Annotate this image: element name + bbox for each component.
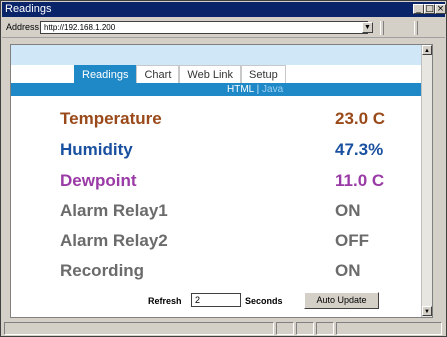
reading-value-humidity: 47.3% xyxy=(335,140,384,159)
browser-window: Readings _ □ × Address http://192.168.1.… xyxy=(0,0,447,337)
title-bar: Readings _ □ × xyxy=(2,2,446,17)
tab-setup[interactable]: Setup xyxy=(241,65,286,83)
status-cell xyxy=(296,322,314,335)
reading-value-recording: ON xyxy=(335,261,361,280)
status-bar xyxy=(2,321,445,336)
scroll-down-icon[interactable]: ▼ xyxy=(422,306,432,316)
tab-bar: Readings Chart Web Link Setup xyxy=(74,65,286,83)
close-button[interactable]: × xyxy=(435,4,446,14)
tab-chart[interactable]: Chart xyxy=(136,65,180,83)
maximize-button[interactable]: □ xyxy=(424,4,435,14)
reading-value-alarm-relay2: OFF xyxy=(335,231,369,250)
status-cell xyxy=(276,322,294,335)
chevron-down-icon: ▼ xyxy=(364,24,371,31)
toolbar-grip[interactable] xyxy=(380,21,384,35)
reading-value-alarm-relay1: ON xyxy=(335,201,361,220)
status-cell-zone xyxy=(336,322,442,335)
status-cell xyxy=(316,322,334,335)
html-link[interactable]: HTML xyxy=(227,84,254,95)
address-input[interactable]: http://192.168.1.200 xyxy=(40,21,368,34)
page-content: Readings Chart Web Link Setup HTML | Jav… xyxy=(10,44,433,318)
toolbar-grip[interactable] xyxy=(414,21,418,35)
address-dropdown-button[interactable]: ▼ xyxy=(362,22,373,33)
seconds-label: Seconds xyxy=(245,296,283,306)
link-separator: | xyxy=(256,84,260,95)
address-label: Address xyxy=(6,22,40,32)
reading-value-temperature: 23.0 C xyxy=(335,109,386,128)
reading-label-temperature: Temperature xyxy=(60,109,162,128)
vertical-scrollbar[interactable]: ▲ ▼ xyxy=(421,45,432,317)
tab-readings[interactable]: Readings xyxy=(74,65,137,83)
refresh-label: Refresh xyxy=(148,296,182,306)
window-title: Readings xyxy=(5,3,52,15)
reading-label-alarm-relay1: Alarm Relay1 xyxy=(60,201,168,220)
status-cell-main xyxy=(4,322,274,335)
scroll-up-icon[interactable]: ▲ xyxy=(422,45,432,55)
refresh-input[interactable]: 2 xyxy=(191,293,241,307)
java-link[interactable]: Java xyxy=(262,84,283,95)
auto-update-button[interactable]: Auto Update xyxy=(304,292,379,309)
reading-label-alarm-relay2: Alarm Relay2 xyxy=(60,231,168,250)
reading-label-dewpoint: Dewpoint xyxy=(60,171,137,190)
address-bar: Address http://192.168.1.200 ▼ xyxy=(2,19,445,38)
reading-label-humidity: Humidity xyxy=(60,140,133,159)
header-band xyxy=(11,45,421,65)
reading-value-dewpoint: 11.0 C xyxy=(335,171,385,190)
view-mode-bar: HTML | Java xyxy=(11,83,421,96)
minimize-button[interactable]: _ xyxy=(413,4,424,14)
tab-web-link[interactable]: Web Link xyxy=(179,65,242,83)
reading-label-recording: Recording xyxy=(60,261,145,280)
